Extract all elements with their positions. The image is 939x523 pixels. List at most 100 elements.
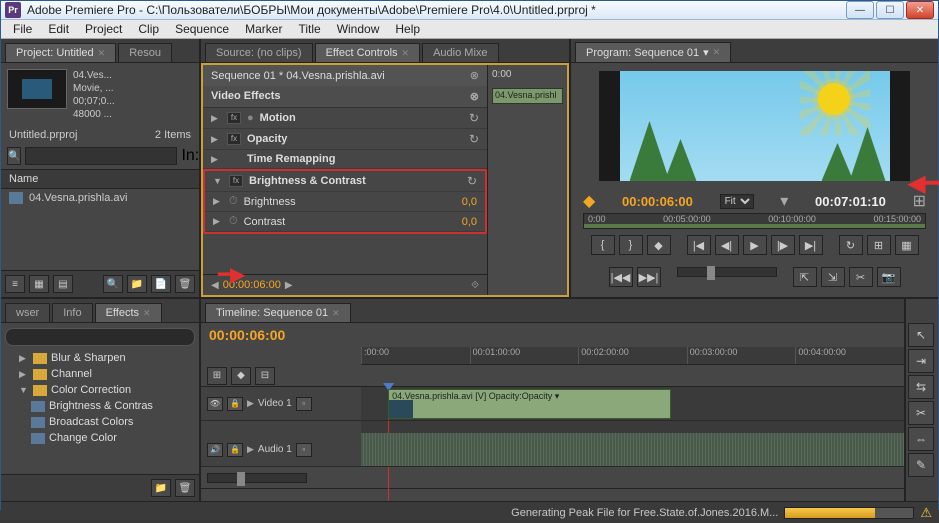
- mark-out-button[interactable]: }: [619, 235, 643, 255]
- maximize-button[interactable]: ☐: [876, 1, 904, 19]
- timeline-ruler[interactable]: :00:00 00:01:00:00 00:02:00:00 00:03:00:…: [361, 347, 904, 365]
- menu-title[interactable]: Title: [290, 20, 328, 38]
- menu-edit[interactable]: Edit: [40, 20, 77, 38]
- menu-marker[interactable]: Marker: [237, 20, 290, 38]
- eye-icon[interactable]: 👁: [207, 397, 223, 411]
- chevron-right-icon[interactable]: ▶: [19, 353, 29, 364]
- close-icon[interactable]: ✕: [402, 48, 410, 59]
- new-bin-button[interactable]: 📁: [151, 479, 171, 497]
- param-brightness[interactable]: ▶ ⏱ Brightness 0,0: [205, 192, 485, 212]
- snap-button[interactable]: ⊞: [207, 367, 227, 385]
- speaker-icon[interactable]: 🔊: [207, 443, 223, 457]
- reset-icon[interactable]: ↻: [469, 132, 479, 146]
- reset-icon[interactable]: ↻: [467, 174, 477, 188]
- close-icon[interactable]: ✕: [332, 308, 340, 319]
- dropdown-icon[interactable]: ▾: [780, 191, 788, 211]
- loop-button[interactable]: ↻: [839, 235, 863, 255]
- reset-icon[interactable]: ↻: [469, 111, 479, 125]
- close-icon[interactable]: ✕: [143, 308, 151, 319]
- preset-brightness-contrast[interactable]: Brightness & Contras: [1, 398, 199, 414]
- effect-row-brightness-contrast[interactable]: ▼ fx Brightness & Contrast ↻: [205, 171, 485, 192]
- preset-broadcast-colors[interactable]: Broadcast Colors: [1, 414, 199, 430]
- automate-button[interactable]: ▤: [53, 275, 73, 293]
- stopwatch-icon[interactable]: ⏱: [229, 195, 238, 208]
- track-select-tool[interactable]: ⇥: [908, 349, 934, 373]
- new-bin-button[interactable]: 📁: [127, 275, 147, 293]
- tab-source[interactable]: Source: (no clips): [205, 43, 313, 62]
- go-to-in-button[interactable]: |◀: [687, 235, 711, 255]
- program-ruler[interactable]: 0:00 00:05:00:00 00:10:00:00 00:15:00:00: [583, 213, 926, 229]
- audio-track-header[interactable]: 🔊 🔒 ▶ Audio 1 ▫: [201, 433, 361, 467]
- program-timecode-left[interactable]: 00:00:06:00: [622, 194, 693, 209]
- close-icon[interactable]: ✕: [98, 48, 106, 59]
- menu-project[interactable]: Project: [77, 20, 130, 38]
- chevron-right-icon[interactable]: ▶: [247, 398, 254, 409]
- new-item-button[interactable]: 📄: [151, 275, 171, 293]
- chevron-right-icon[interactable]: ▶: [211, 134, 221, 145]
- effect-row-time-remapping[interactable]: ▶ Time Remapping: [203, 150, 487, 169]
- folder-channel[interactable]: ▶Channel: [1, 366, 199, 382]
- lock-icon[interactable]: 🔒: [227, 397, 243, 411]
- video-track-header[interactable]: 👁 🔒 ▶ Video 1 ▫: [201, 387, 361, 421]
- prev-edit-button[interactable]: |◀◀: [609, 267, 633, 287]
- slip-tool[interactable]: ⇔: [908, 427, 934, 451]
- contrast-value[interactable]: 0,0: [462, 216, 477, 228]
- tab-project[interactable]: Project: Untitled✕: [5, 43, 116, 62]
- menu-file[interactable]: File: [5, 20, 40, 38]
- mark-in-button[interactable]: {: [591, 235, 615, 255]
- go-to-out-button[interactable]: ▶|: [799, 235, 823, 255]
- export-frame-button[interactable]: 📷: [877, 267, 901, 287]
- search-input[interactable]: [25, 147, 177, 165]
- audio-track-lane[interactable]: [361, 433, 904, 467]
- collapse-icon[interactable]: ▫: [296, 443, 312, 457]
- tab-resource[interactable]: Resou: [118, 43, 172, 62]
- delete-button[interactable]: 🗑: [175, 479, 195, 497]
- safe-margins-button[interactable]: ⊞: [867, 235, 891, 255]
- stopwatch-icon[interactable]: ⏱: [229, 215, 238, 228]
- icon-view-button[interactable]: ▦: [29, 275, 49, 293]
- list-view-button[interactable]: ≡: [5, 275, 25, 293]
- playhead-marker-icon[interactable]: ◆: [583, 191, 595, 211]
- folder-blur-sharpen[interactable]: ▶Blur & Sharpen: [1, 350, 199, 366]
- dropdown-icon[interactable]: ▾: [703, 46, 709, 59]
- tab-timeline[interactable]: Timeline: Sequence 01✕: [205, 303, 351, 322]
- jog-slider[interactable]: [677, 267, 777, 277]
- collapse-icon[interactable]: ⊗: [470, 90, 479, 103]
- zoom-select[interactable]: Fit: [720, 194, 754, 209]
- clip-thumbnail[interactable]: [7, 69, 67, 109]
- column-header-name[interactable]: Name: [1, 169, 199, 189]
- tab-browser[interactable]: wser: [5, 303, 50, 322]
- output-button[interactable]: ▦: [895, 235, 919, 255]
- ripple-edit-tool[interactable]: ⇆: [908, 375, 934, 399]
- chevron-right-icon[interactable]: ▶: [211, 113, 221, 124]
- chevron-right-icon[interactable]: ▶: [213, 216, 223, 227]
- fx-badge[interactable]: fx: [229, 175, 243, 187]
- video-track-lane[interactable]: 04.Vesna.prishla.avi [V] Opacity:Opacity…: [361, 387, 904, 421]
- program-video[interactable]: [599, 71, 910, 181]
- close-icon[interactable]: ✕: [713, 47, 721, 58]
- next-edit-button[interactable]: ▶▶|: [637, 267, 661, 287]
- collapse-icon[interactable]: ⊗: [470, 69, 479, 82]
- keyframe-icon[interactable]: ●: [247, 112, 254, 124]
- effect-row-opacity[interactable]: ▶ fx Opacity ↻: [203, 129, 487, 150]
- menu-help[interactable]: Help: [387, 20, 428, 38]
- preset-change-color[interactable]: Change Color: [1, 430, 199, 446]
- chevron-down-icon[interactable]: ▼: [213, 176, 223, 186]
- effect-row-motion[interactable]: ▶ fx ● Motion ↻: [203, 108, 487, 129]
- tab-audio-mixer[interactable]: Audio Mixe: [422, 43, 498, 62]
- marker-button[interactable]: ◆: [647, 235, 671, 255]
- lock-icon[interactable]: 🔒: [227, 443, 243, 457]
- find-button[interactable]: 🔍: [103, 275, 123, 293]
- folder-color-correction[interactable]: ▼Color Correction: [1, 382, 199, 398]
- menu-clip[interactable]: Clip: [130, 20, 167, 38]
- lift-button[interactable]: ⇱: [793, 267, 817, 287]
- step-forward-button[interactable]: |▶: [771, 235, 795, 255]
- step-back-button[interactable]: ◀|: [715, 235, 739, 255]
- trim-button[interactable]: ✂: [849, 267, 873, 287]
- warning-icon[interactable]: ⚠: [920, 505, 932, 521]
- chevron-right-icon[interactable]: ▶: [19, 369, 29, 380]
- selection-tool[interactable]: ↖: [908, 323, 934, 347]
- param-contrast[interactable]: ▶ ⏱ Contrast 0,0: [205, 212, 485, 232]
- search-icon[interactable]: 🔍: [7, 147, 21, 165]
- tab-effect-controls[interactable]: Effect Controls✕: [315, 43, 421, 62]
